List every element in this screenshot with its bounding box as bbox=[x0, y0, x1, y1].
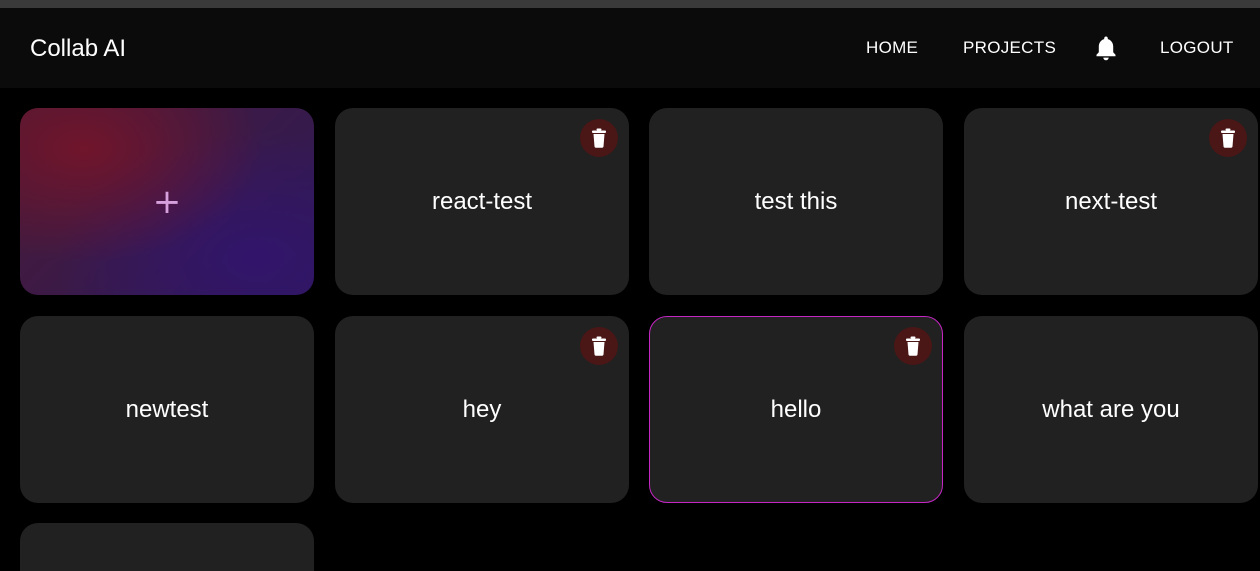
delete-project-button[interactable] bbox=[894, 327, 932, 365]
project-title: newtest bbox=[125, 395, 209, 423]
trash-icon bbox=[592, 336, 606, 356]
project-title: react-test bbox=[431, 187, 533, 215]
project-card[interactable]: react-test bbox=[335, 108, 629, 295]
project-card[interactable]: next-test bbox=[964, 108, 1258, 295]
project-card[interactable]: test this bbox=[649, 108, 943, 295]
navbar: Collab AI HOME PROJECTS LOGOUT bbox=[0, 8, 1260, 88]
delete-project-button[interactable] bbox=[580, 327, 618, 365]
project-card[interactable]: newtest bbox=[20, 316, 314, 503]
project-title: hello bbox=[770, 395, 822, 423]
project-title: hey bbox=[462, 395, 502, 423]
trash-icon bbox=[906, 336, 920, 356]
project-card[interactable]: what are you bbox=[964, 316, 1258, 503]
project-title: what are you bbox=[1042, 395, 1180, 423]
new-project-card[interactable]: + bbox=[20, 108, 314, 295]
project-card[interactable]: hey bbox=[335, 316, 629, 503]
delete-project-button[interactable] bbox=[580, 119, 618, 157]
nav-logout-link[interactable]: LOGOUT bbox=[1160, 38, 1234, 58]
trash-icon bbox=[1221, 128, 1235, 148]
delete-project-button[interactable] bbox=[1209, 119, 1247, 157]
bell-icon[interactable] bbox=[1094, 35, 1118, 61]
project-title: test this bbox=[754, 187, 838, 215]
nav-projects-link[interactable]: PROJECTS bbox=[963, 38, 1056, 58]
window-top-strip bbox=[0, 0, 1260, 8]
project-title: next-test bbox=[1064, 187, 1158, 215]
nav-home-link[interactable]: HOME bbox=[866, 38, 918, 58]
brand-logo[interactable]: Collab AI bbox=[30, 35, 126, 63]
project-card[interactable] bbox=[20, 523, 314, 571]
trash-icon bbox=[592, 128, 606, 148]
plus-icon: + bbox=[152, 181, 182, 222]
project-card-selected[interactable]: hello bbox=[649, 316, 943, 503]
